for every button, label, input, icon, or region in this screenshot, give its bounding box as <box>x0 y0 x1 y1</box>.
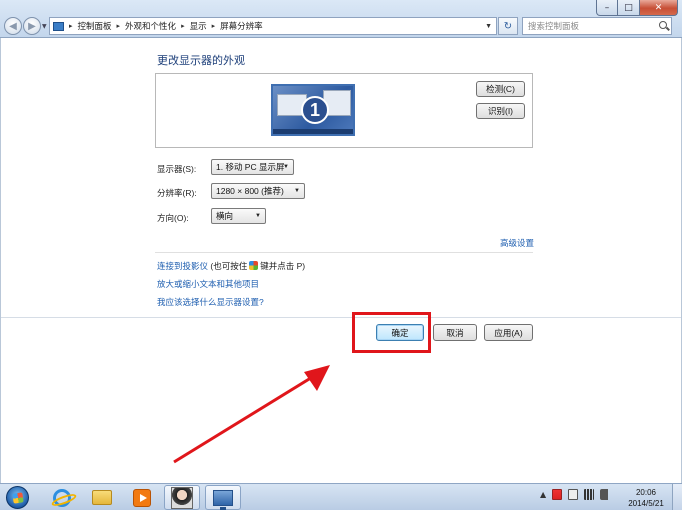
taskbar-user-photo[interactable] <box>164 485 200 510</box>
orientation-select-value: 横向 <box>216 211 234 221</box>
recent-pages-dropdown-icon[interactable]: ▼ <box>42 23 47 30</box>
windows-logo-icon <box>249 261 259 270</box>
back-arrow-icon: ◀ <box>9 20 17 32</box>
breadcrumb-separator[interactable]: ▸ <box>181 22 185 30</box>
dialog-footer-divider <box>1 317 681 318</box>
taskbar-internet-explorer[interactable] <box>44 485 80 510</box>
detect-button[interactable]: 检测(C) <box>476 81 525 97</box>
search-placeholder: 搜索控制面板 <box>528 21 580 31</box>
clock-date: 2014/5/21 <box>628 499 664 508</box>
show-desktop-button[interactable] <box>672 484 682 510</box>
system-tray: ▲ <box>540 489 609 500</box>
page-title: 更改显示器的外观 <box>157 55 245 67</box>
taskbar-display-settings[interactable] <box>205 485 241 510</box>
breadcrumb-display[interactable]: 显示 <box>190 20 207 32</box>
refresh-button[interactable]: ↻ <box>498 17 518 35</box>
avatar <box>171 486 193 509</box>
monitor-number: 1 <box>301 96 329 124</box>
identify-button[interactable]: 识别(I) <box>476 103 525 119</box>
orientation-select[interactable]: 横向 ▼ <box>211 208 266 224</box>
resolution-select[interactable]: 1280 × 800 (推荐) ▼ <box>211 183 305 199</box>
which-settings-link[interactable]: 我应该选择什么显示器设置? <box>157 296 264 308</box>
volume-icon[interactable] <box>600 489 609 500</box>
taskbar-media-player[interactable] <box>124 485 160 510</box>
folder-icon <box>92 490 112 505</box>
display-select[interactable]: 1. 移动 PC 显示屏 ▼ <box>211 159 294 175</box>
maximize-button[interactable]: □ <box>618 0 640 16</box>
projector-hint-text: (也可按住 <box>210 261 248 271</box>
power-icon[interactable] <box>568 489 579 500</box>
show-hidden-icons-icon[interactable]: ▲ <box>540 490 546 499</box>
chevron-down-icon: ▼ <box>294 188 300 194</box>
cancel-button[interactable]: 取消 <box>433 324 477 341</box>
resolution-select-value: 1280 × 800 (推荐) <box>216 186 284 196</box>
start-button[interactable] <box>6 486 29 509</box>
projector-row: 连接到投影仪 (也可按住 键并点击 P) <box>157 260 305 272</box>
chevron-down-icon: ▼ <box>255 213 261 219</box>
breadcrumb-separator[interactable]: ▸ <box>117 22 121 30</box>
minimize-button[interactable]: – <box>596 0 618 16</box>
clock-time: 20:06 <box>635 488 657 497</box>
address-bar[interactable]: ▸ 控制面板 ▸ 外观和个性化 ▸ 显示 ▸ 屏幕分辨率 ▼ <box>49 17 497 35</box>
breadcrumb-separator[interactable]: ▸ <box>69 22 73 30</box>
network-icon[interactable] <box>584 489 595 500</box>
search-icon[interactable] <box>659 21 667 29</box>
search-input[interactable]: 搜索控制面板 <box>522 17 672 35</box>
forward-arrow-icon: ▶ <box>28 20 36 32</box>
refresh-icon: ↻ <box>503 20 513 32</box>
advanced-settings-link[interactable]: 高级设置 <box>500 237 534 249</box>
taskbar: ▲ 20:06 2014/5/21 <box>0 483 682 510</box>
window-controls: – □ ✕ <box>596 0 678 16</box>
back-button[interactable]: ◀ <box>4 17 22 35</box>
breadcrumb-appearance[interactable]: 外观和个性化 <box>125 20 176 32</box>
orientation-label: 方向(O): <box>157 213 189 223</box>
text-size-link[interactable]: 放大或缩小文本和其他项目 <box>157 278 259 290</box>
display-select-value: 1. 移动 PC 显示屏 <box>216 162 285 172</box>
section-divider <box>155 252 533 253</box>
breadcrumb-screen-resolution[interactable]: 屏幕分辨率 <box>220 20 263 32</box>
connect-projector-link[interactable]: 连接到投影仪 <box>157 261 208 271</box>
close-button[interactable]: ✕ <box>640 0 678 16</box>
apply-button[interactable]: 应用(A) <box>484 324 533 341</box>
chevron-down-icon: ▼ <box>283 164 289 170</box>
projector-hint-text-end: 键并点击 P) <box>260 261 306 271</box>
internet-explorer-icon <box>53 488 71 507</box>
breadcrumb-separator[interactable]: ▸ <box>212 22 216 30</box>
display-label: 显示器(S): <box>157 164 197 174</box>
taskbar-windows-explorer[interactable] <box>84 485 120 510</box>
control-panel-icon <box>53 21 64 31</box>
forward-button[interactable]: ▶ <box>23 17 41 35</box>
action-center-icon[interactable] <box>552 489 563 500</box>
monitor-1-icon[interactable]: 1 <box>271 84 355 136</box>
breadcrumb-control-panel[interactable]: 控制面板 <box>78 20 112 32</box>
address-dropdown-icon[interactable]: ▼ <box>485 23 492 30</box>
ok-highlight-box <box>352 312 431 353</box>
clock[interactable]: 20:06 2014/5/21 <box>624 487 668 509</box>
media-player-icon <box>133 488 151 507</box>
display-settings-icon <box>213 489 233 510</box>
title-bar: – □ ✕ ◀ ▶ ▼ ▸ 控制面板 ▸ 外观和个性化 ▸ 显示 ▸ 屏幕分辨率… <box>0 0 682 38</box>
taskbar-thumbnail <box>273 129 353 134</box>
resolution-label: 分辨率(R): <box>157 188 197 198</box>
